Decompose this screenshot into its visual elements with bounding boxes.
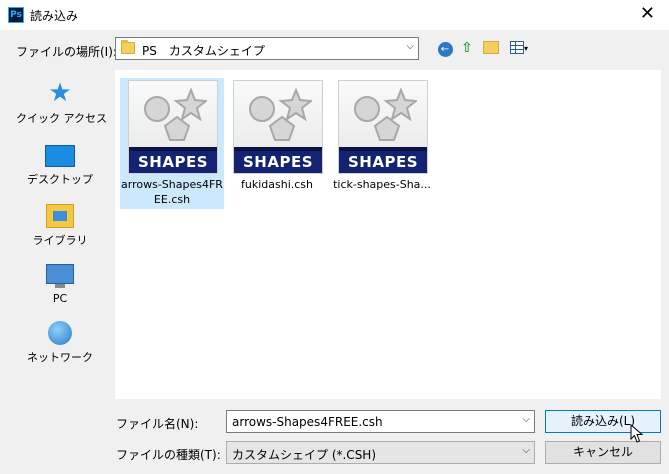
location-combobox[interactable]: PS カスタムシェイプ ⌵ (115, 37, 419, 60)
file-thumbnail: SHAPES (233, 80, 323, 174)
file-thumbnail: SHAPES (128, 80, 218, 174)
file-item[interactable]: SHAPES fukidashi.csh (225, 78, 329, 209)
shapes-preview-icon (144, 87, 207, 141)
close-icon[interactable]: ✕ (640, 3, 655, 24)
file-item[interactable]: SHAPES tick-shapes-Sha... (330, 78, 434, 209)
desktop-icon (45, 145, 75, 167)
shapes-preview-icon (354, 87, 417, 141)
file-name: tick-shapes-Sha... (333, 178, 431, 191)
sidebar-item-quick-access[interactable]: ★ クイック アクセス (16, 78, 107, 126)
sidebar-item-label: クイック アクセス (16, 112, 107, 125)
shapes-preview-icon (249, 87, 312, 141)
sidebar-item-network[interactable]: ネットワーク (16, 320, 104, 365)
filetype-select[interactable]: カスタムシェイプ (*.CSH) ⌵ (226, 441, 535, 464)
chevron-down-icon[interactable]: ⌵ (522, 414, 530, 425)
sidebar-item-desktop[interactable]: デスクトップ (16, 142, 104, 187)
folder-icon (121, 40, 135, 54)
shapes-badge: SHAPES (339, 147, 427, 173)
location-value: PS カスタムシェイプ (142, 44, 265, 58)
places-sidebar: ★ クイック アクセス デスクトップ ライブラリ PC ネットワーク (16, 70, 107, 400)
title-bar: Ps 読み込み ✕ (0, 0, 669, 30)
location-label: ファイルの場所(I): (16, 45, 117, 59)
cancel-button[interactable]: キャンセル (545, 441, 661, 464)
filetype-label: ファイルの種類(T): (116, 448, 221, 462)
filetype-value: カスタムシェイプ (*.CSH) (232, 448, 377, 462)
chevron-down-icon[interactable]: ⌵ (522, 445, 530, 456)
filename-input[interactable]: arrows-Shapes4FREE.csh ⌵ (226, 410, 535, 433)
sidebar-item-label: ネットワーク (27, 351, 93, 364)
photoshop-app-icon: Ps (8, 7, 24, 23)
back-button[interactable]: ← (436, 39, 454, 57)
file-name: fukidashi.csh (241, 178, 313, 191)
file-name: arrows-Shapes4FREE.csh (121, 178, 223, 206)
sidebar-item-label: PC (52, 292, 68, 305)
up-folder-button[interactable]: ⇧ (458, 39, 476, 57)
star-icon: ★ (48, 78, 72, 108)
filename-value: arrows-Shapes4FREE.csh (232, 415, 383, 429)
sidebar-item-pc[interactable]: PC (16, 262, 104, 305)
new-folder-button[interactable] (482, 39, 500, 57)
sidebar-item-label: ライブラリ (32, 234, 88, 247)
filename-label: ファイル名(N): (116, 417, 199, 431)
view-grid-icon (509, 41, 524, 54)
new-folder-icon (483, 41, 499, 54)
shapes-badge: SHAPES (129, 147, 217, 173)
file-item[interactable]: SHAPES arrows-Shapes4FREE.csh (120, 78, 224, 209)
shapes-badge: SHAPES (234, 147, 322, 173)
mouse-cursor-icon (630, 424, 644, 443)
pc-icon (46, 264, 74, 288)
sidebar-item-label: デスクトップ (27, 173, 93, 186)
view-menu-button[interactable]: ▾ (507, 39, 531, 57)
network-icon (48, 321, 72, 345)
library-icon (46, 204, 74, 228)
window-title: 読み込み (30, 9, 79, 23)
chevron-down-icon[interactable]: ⌵ (406, 41, 414, 52)
dropdown-arrow-icon: ▾ (523, 44, 528, 53)
up-arrow-icon: ⇧ (461, 40, 473, 56)
file-thumbnail: SHAPES (338, 80, 428, 174)
file-list-pane: SHAPES arrows-Shapes4FREE.csh SHAPES fuk… (115, 70, 661, 399)
sidebar-item-library[interactable]: ライブラリ (16, 202, 104, 248)
back-arrow-icon: ← (437, 42, 453, 57)
